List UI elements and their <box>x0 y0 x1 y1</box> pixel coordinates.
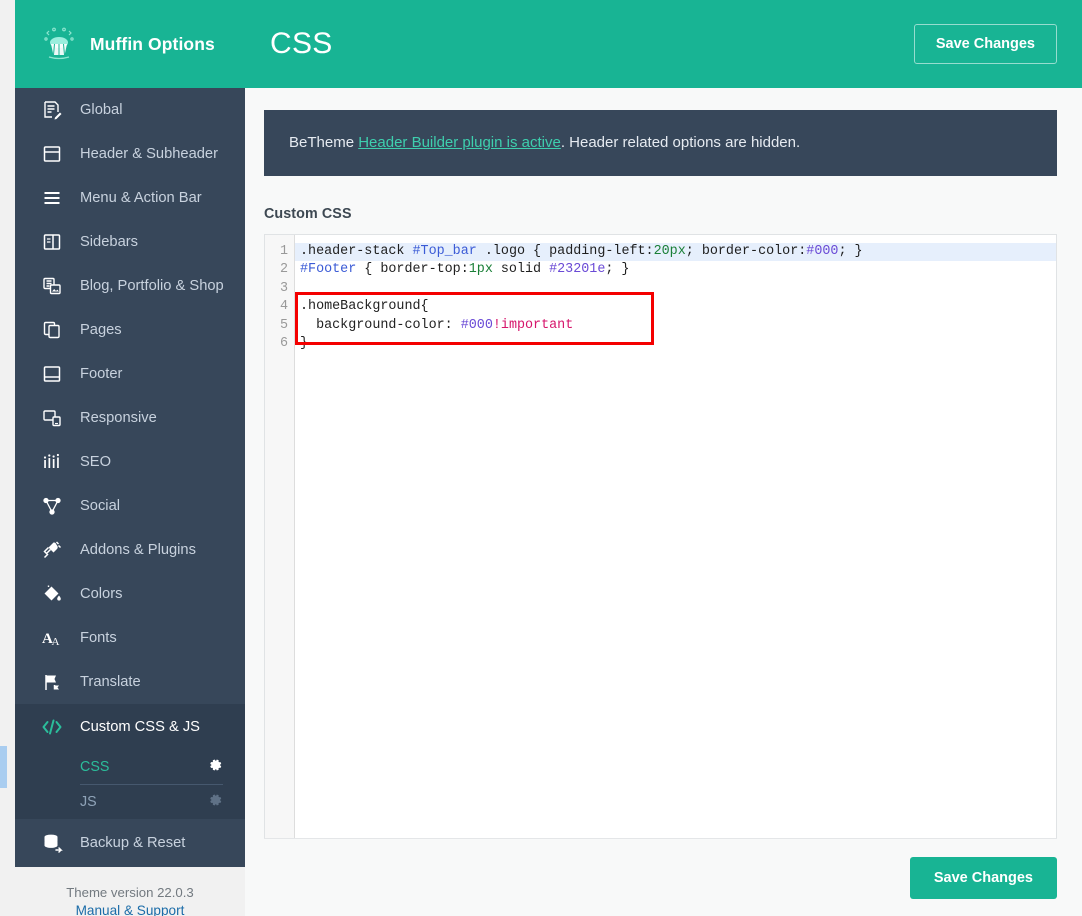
sidebar-item-backup-reset[interactable]: Backup & Reset <box>15 819 245 867</box>
sidebar-subitem-label: JS <box>80 794 97 810</box>
window-footer-icon <box>40 362 64 386</box>
line-number: 3 <box>279 280 288 296</box>
sidebar-nav: Global Header & Subheader Menu & Action … <box>0 88 245 867</box>
notice-link[interactable]: Header Builder plugin is active <box>358 134 561 151</box>
window-header-icon <box>40 142 64 166</box>
font-letters-icon: A A <box>40 626 64 650</box>
notice-suffix: . Header related options are hidden. <box>560 134 801 151</box>
sidebar-item-label: Social <box>80 498 121 514</box>
sidebar-item-label: Addons & Plugins <box>80 542 196 558</box>
muffin-options-page: Muffin Options Global Header & Subheader… <box>0 0 1082 916</box>
sidebar-item-custom-css-js[interactable]: Custom CSS & JS <box>15 704 245 750</box>
sidebar-item-label: Translate <box>80 674 141 690</box>
editor-code-area[interactable]: .header-stack #Top_bar .logo { padding-l… <box>295 235 1056 838</box>
sidebar-item-label: SEO <box>80 454 112 470</box>
line-number: 4 <box>279 299 288 315</box>
sidebar-item-seo[interactable]: SEO <box>15 440 245 484</box>
sidebar-item-blog-portfolio-shop[interactable]: Blog, Portfolio & Shop <box>15 264 245 308</box>
sidebar-item-label: Global <box>80 102 123 118</box>
sidebar-item-label: Pages <box>80 322 122 338</box>
code-line: background-color: #000!important <box>300 317 574 333</box>
gear-icon[interactable] <box>209 758 223 776</box>
hamburger-menu-icon <box>40 186 64 210</box>
code-line: } <box>300 335 309 351</box>
sidebar-group-custom-css-js: Custom CSS & JS CSS JS <box>0 704 245 819</box>
sidebar-item-fonts[interactable]: A A Fonts <box>15 616 245 660</box>
sidebar-layout-icon <box>40 230 64 254</box>
sidebar-item-label: Blog, Portfolio & Shop <box>80 278 224 294</box>
sidebar: Muffin Options Global Header & Subheader… <box>0 0 245 916</box>
save-changes-button-top[interactable]: Save Changes <box>913 24 1057 64</box>
database-reset-icon <box>40 831 64 855</box>
sidebar-item-label: Menu & Action Bar <box>80 190 202 206</box>
sidebar-subitem-label: CSS <box>80 759 110 775</box>
code-line: .homeBackground{ <box>300 299 429 315</box>
sidebar-item-pages[interactable]: Pages <box>15 308 245 352</box>
save-changes-button-bottom[interactable]: Save Changes <box>909 856 1057 899</box>
code-brackets-icon <box>40 715 64 739</box>
notice-prefix: BeTheme <box>289 134 359 151</box>
sidebar-item-label: Custom CSS & JS <box>80 719 200 735</box>
custom-css-label: Custom CSS <box>264 206 352 222</box>
theme-version: Theme version 22.0.3 <box>66 885 194 900</box>
top-bar: CSS Save Changes <box>245 0 1082 88</box>
document-edit-icon <box>40 98 64 122</box>
brand-title: Muffin Options <box>90 33 215 54</box>
footer-bar: Save Changes <box>264 838 1057 916</box>
sidebar-item-colors[interactable]: Colors <box>15 572 245 616</box>
paint-bucket-icon <box>40 582 64 606</box>
main-content: CSS Save Changes BeTheme Header Builder … <box>245 0 1082 916</box>
sidebar-item-footer[interactable]: Footer <box>15 352 245 396</box>
social-network-icon <box>40 494 64 518</box>
sidebar-item-label: Responsive <box>80 410 157 426</box>
bar-chart-icon <box>40 450 64 474</box>
sidebar-item-menu-action-bar[interactable]: Menu & Action Bar <box>15 176 245 220</box>
sidebar-item-translate[interactable]: Translate <box>15 660 245 704</box>
custom-css-code-editor[interactable]: 1 2 3 4 5 6 .header-stack #Top_bar .logo… <box>264 234 1057 839</box>
copy-pages-icon <box>40 318 64 342</box>
sidebar-item-header-subheader[interactable]: Header & Subheader <box>15 132 245 176</box>
code-line: .header-stack #Top_bar .logo { padding-l… <box>295 243 1056 262</box>
plug-icon <box>40 538 64 562</box>
sidebar-item-label: Footer <box>80 366 123 382</box>
sidebar-subitem-css[interactable]: CSS <box>0 746 245 788</box>
editor-line-numbers: 1 2 3 4 5 6 <box>265 235 295 838</box>
svg-text:A: A <box>52 636 60 648</box>
muffin-icon <box>40 25 78 63</box>
header-builder-notice: BeTheme Header Builder plugin is active.… <box>264 110 1057 176</box>
sidebar-item-addons-plugins[interactable]: Addons & Plugins <box>15 528 245 572</box>
page-title: CSS <box>270 27 333 60</box>
gear-icon[interactable] <box>209 793 223 811</box>
sidebar-footer: Theme version 22.0.3 Manual & Support <box>15 867 245 916</box>
line-number: 1 <box>279 244 288 259</box>
sidebar-item-label: Sidebars <box>80 234 138 250</box>
content-area: BeTheme Header Builder plugin is active.… <box>245 88 1082 839</box>
sidebar-item-responsive[interactable]: Responsive <box>15 396 245 440</box>
sidebar-item-label: Fonts <box>80 630 117 646</box>
sidebar-item-global[interactable]: Global <box>15 88 245 132</box>
sidebar-subitem-js[interactable]: JS <box>15 785 245 819</box>
sidebar-item-social[interactable]: Social <box>15 484 245 528</box>
sidebar-item-sidebars[interactable]: Sidebars <box>15 220 245 264</box>
code-line: #Footer { border-top:1px solid #23201e; … <box>300 262 630 278</box>
brand-header: Muffin Options <box>15 0 245 88</box>
sidebar-item-label: Backup & Reset <box>80 835 186 851</box>
blog-grid-icon <box>40 274 64 298</box>
line-number: 5 <box>279 317 288 333</box>
responsive-devices-icon <box>40 406 64 430</box>
flag-icon <box>40 670 64 694</box>
sidebar-item-label: Header & Subheader <box>80 146 218 162</box>
line-number: 2 <box>279 262 288 278</box>
manual-support-link[interactable]: Manual & Support <box>76 903 185 916</box>
sidebar-item-label: Colors <box>80 586 123 602</box>
line-number: 6 <box>279 335 288 351</box>
